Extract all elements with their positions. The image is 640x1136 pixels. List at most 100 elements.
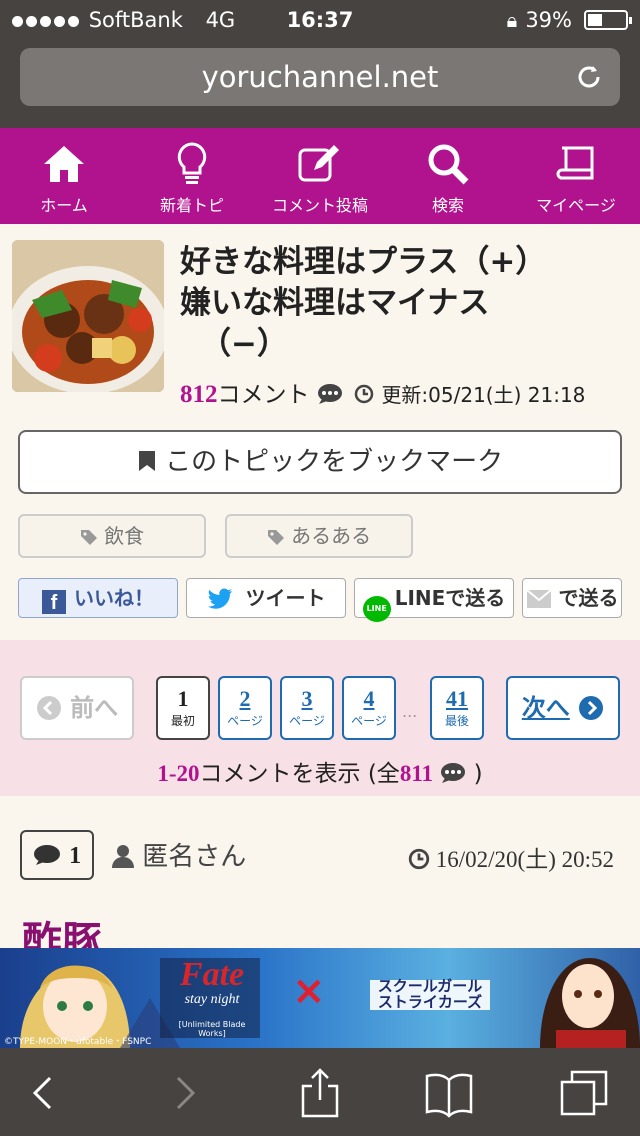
page-last-button[interactable]: 41 最後 xyxy=(430,676,484,740)
twitter-icon xyxy=(207,586,246,610)
page-sub: 最後 xyxy=(444,714,469,728)
tweet-button[interactable]: ツイート xyxy=(186,578,346,618)
address-field[interactable]: yoruchannel.net xyxy=(20,48,620,106)
home-icon xyxy=(44,146,84,182)
topic-meta: 812コメント 更新:05/21(土) 21:18 xyxy=(180,375,630,409)
nav-post-comment[interactable]: コメント投稿 xyxy=(256,128,384,224)
reload-icon[interactable] xyxy=(574,48,604,112)
prev-page-button[interactable]: 前へ xyxy=(20,676,134,740)
tag-button[interactable]: あるある xyxy=(225,514,413,558)
topic-thumbnail xyxy=(12,240,164,392)
tweet-label: ツイート xyxy=(245,586,326,610)
user-icon xyxy=(112,842,142,872)
nav-label: コメント投稿 xyxy=(271,196,368,215)
ad-left-title: Fate xyxy=(179,956,245,993)
browser-url-bar: yoruchannel.net xyxy=(0,40,640,128)
nav-home[interactable]: ホーム xyxy=(0,128,128,224)
battery-icon xyxy=(584,10,632,30)
url-text: yoruchannel.net xyxy=(201,60,439,94)
site-nav: ホーム 新着トピ コメント投稿 検索 マイページ xyxy=(0,128,640,224)
bulb-icon xyxy=(177,142,207,184)
share-icon[interactable] xyxy=(295,1068,345,1118)
page-number: 3 xyxy=(301,686,313,711)
comment-number-badge[interactable]: 1 xyxy=(20,830,94,880)
nav-label: マイページ xyxy=(536,196,616,215)
comment-count: 812 xyxy=(180,381,218,408)
range-value: 1-20 xyxy=(157,761,200,786)
topic-title-line: （−） xyxy=(200,326,288,362)
tabs-icon[interactable] xyxy=(560,1068,610,1118)
page-3-button[interactable]: 3 ページ xyxy=(280,676,334,740)
range-text: コメントを表示 (全 xyxy=(199,761,400,787)
bookmark-icon xyxy=(137,447,165,477)
back-icon[interactable] xyxy=(20,1068,70,1118)
nav-new-topics[interactable]: 新着トピ xyxy=(128,128,256,224)
ad-copyright: ©TYPE-MOON・ufotable・FSNPC xyxy=(4,1037,152,1047)
clock-icon xyxy=(350,382,381,408)
facebook-icon: f xyxy=(42,590,66,614)
page-number: 4 xyxy=(363,686,375,711)
mail-share-button[interactable]: で送る xyxy=(522,578,622,618)
nav-search[interactable]: 検索 xyxy=(384,128,512,224)
comment-number: 1 xyxy=(69,843,82,869)
ad-right-title: スクールガール ストライカーズ xyxy=(366,978,494,1010)
page-number: 1 xyxy=(177,686,189,711)
mail-icon xyxy=(525,586,559,610)
bookmark-button[interactable]: このトピックをブックマーク xyxy=(18,430,622,494)
ad-right-title-line: スクールガール xyxy=(377,977,483,995)
comment-bubble-icon xyxy=(317,382,350,408)
page-sub: ページ xyxy=(289,714,325,728)
next-label: 次へ xyxy=(521,694,570,722)
facebook-label: いいね！ xyxy=(74,586,154,610)
clock-icon xyxy=(408,847,436,872)
page-number: 2 xyxy=(239,686,251,711)
updated-time: 更新:05/21(土) 21:18 xyxy=(381,383,586,407)
ad-left-tag: [Unlimited Blade Works] xyxy=(178,1020,246,1038)
bookmarks-icon[interactable] xyxy=(424,1068,474,1118)
author-name: 匿名さん xyxy=(142,842,247,872)
nav-label: ホーム xyxy=(40,196,88,215)
nav-label: 検索 xyxy=(431,196,464,215)
line-share-button[interactable]: LINE LINEで送る xyxy=(354,578,514,622)
topic-title: 好きな料理はプラス（+） 嫌いな料理はマイナス （−） xyxy=(180,242,610,365)
range-info: 1-20コメントを表示 (全811 ) xyxy=(0,754,640,788)
ad-left-sub: stay night xyxy=(184,992,240,1007)
page-number: 41 xyxy=(446,686,468,711)
page-2-button[interactable]: 2 ページ xyxy=(218,676,272,740)
next-page-button[interactable]: 次へ xyxy=(506,676,620,740)
page-4-button[interactable]: 4 ページ xyxy=(342,676,396,740)
facebook-like-button[interactable]: f いいね！ xyxy=(18,578,178,618)
tag-icon xyxy=(267,524,291,548)
tag-label: 飲食 xyxy=(104,524,145,548)
page-1-current: 1 最初 xyxy=(156,676,210,740)
ad-cross: × xyxy=(292,968,326,1014)
line-label: LINEで送る xyxy=(394,586,506,610)
nav-mypage[interactable]: マイページ xyxy=(512,128,640,224)
page-sub: ページ xyxy=(351,714,387,728)
status-bar: SoftBank 4G 16:37 🔒︎ 39% xyxy=(0,0,640,40)
total-count: 811 xyxy=(399,761,434,786)
battery-percent: 39% xyxy=(525,8,572,32)
rotation-lock-icon: 🔒︎ xyxy=(506,8,518,32)
page-ellipsis: ... xyxy=(402,702,418,721)
edit-icon xyxy=(298,145,339,182)
forward-icon[interactable] xyxy=(158,1068,208,1118)
comment-date: 16/02/20(土) 20:52 xyxy=(408,840,614,874)
comment-count-label: コメント xyxy=(217,382,310,408)
bookmark-label: このトピックをブックマーク xyxy=(165,447,504,477)
mail-label: で送る xyxy=(558,586,619,610)
browser-toolbar xyxy=(0,1048,640,1136)
comment-date-text: 16/02/20(土) 20:52 xyxy=(435,847,614,872)
range-end: ) xyxy=(473,761,483,787)
nav-label: 新着トピ xyxy=(159,196,224,215)
chevron-right-icon xyxy=(578,694,604,722)
page-sub: ページ xyxy=(227,714,263,728)
prev-label: 前へ xyxy=(70,694,119,722)
tag-button[interactable]: 飲食 xyxy=(18,514,206,558)
comment-author: 匿名さん xyxy=(112,836,246,873)
topic-title-line: 嫌いな料理はマイナス xyxy=(180,285,490,321)
tag-label: あるある xyxy=(291,524,372,548)
comment-bubble-icon xyxy=(33,841,69,869)
ad-banner[interactable]: Fate stay night [Unlimited Blade Works] … xyxy=(0,948,640,1048)
page-sub: 最初 xyxy=(170,714,195,728)
